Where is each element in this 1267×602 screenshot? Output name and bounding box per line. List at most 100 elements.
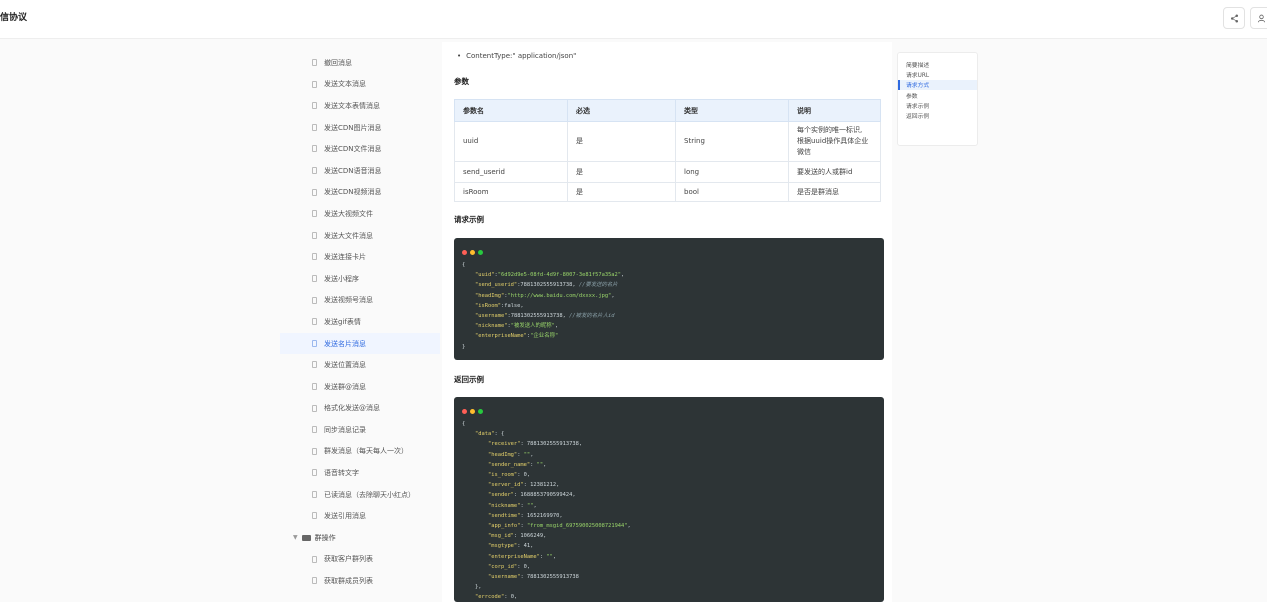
table-row: uuid 是 String 每个实例的唯一标识, 根据uuid操作具体企业微信 bbox=[454, 121, 881, 162]
document-icon bbox=[312, 80, 317, 88]
user-button[interactable] bbox=[1250, 7, 1267, 29]
sidebar-item[interactable]: 格式化发送@消息 bbox=[280, 398, 440, 420]
document-icon bbox=[312, 253, 317, 261]
document-icon bbox=[312, 102, 317, 110]
table-row: isRoom 是 bool 是否是群消息 bbox=[454, 182, 881, 202]
document-icon bbox=[312, 210, 317, 218]
doc-content: ContentType:" application/json" 参数 参数名 必… bbox=[442, 42, 892, 602]
sidebar-item[interactable]: 发送文本消息 bbox=[280, 74, 440, 96]
table-cell: long bbox=[675, 161, 789, 183]
params-heading: 参数 bbox=[454, 77, 469, 86]
table-of-contents: 简要描述 请求URL 请求方式 参数 请求示例 返回示例 bbox=[897, 52, 978, 146]
yellow-dot-icon bbox=[470, 250, 475, 255]
top-bar: 信协议 bbox=[0, 0, 1267, 39]
sidebar-item[interactable]: 发送引用消息 bbox=[280, 505, 440, 527]
toc-item[interactable]: 简要描述 bbox=[898, 59, 977, 69]
toc-item[interactable]: 参数 bbox=[898, 90, 977, 100]
sidebar-item[interactable]: 发送小程序 bbox=[280, 268, 440, 290]
document-icon bbox=[312, 382, 317, 390]
green-dot-icon bbox=[478, 409, 483, 414]
window-dots bbox=[462, 409, 483, 414]
table-cell: send_userid bbox=[454, 161, 568, 183]
document-icon bbox=[312, 577, 317, 585]
table-cell: bool bbox=[675, 182, 789, 202]
document-icon bbox=[312, 512, 317, 520]
document-icon bbox=[312, 318, 317, 326]
sidebar-item[interactable]: 发送视频号消息 bbox=[280, 290, 440, 312]
toc-item[interactable]: 请求示例 bbox=[898, 100, 977, 110]
document-icon bbox=[312, 188, 317, 196]
share-icon bbox=[1230, 14, 1238, 22]
sidebar-item[interactable]: 发送群@消息 bbox=[280, 376, 440, 398]
table-cell: isRoom bbox=[454, 182, 568, 202]
green-dot-icon bbox=[478, 250, 483, 255]
sidebar-group-toggle[interactable]: ▼ 群操作 bbox=[280, 527, 440, 549]
table-cell: uuid bbox=[454, 121, 568, 162]
document-icon bbox=[312, 123, 317, 131]
params-table: 参数名 必选 类型 说明 uuid 是 String 每个实例的唯一标识, 根据… bbox=[454, 99, 881, 202]
sidebar-item[interactable]: 发送CDN语音消息 bbox=[280, 160, 440, 182]
red-dot-icon bbox=[462, 250, 467, 255]
site-title: 信协议 bbox=[0, 13, 28, 23]
toc-item[interactable]: 请求URL bbox=[898, 69, 977, 79]
user-icon bbox=[1257, 14, 1265, 22]
request-code: { "uuid":"6d92d9e5-08fd-4d9f-8007-3e81f5… bbox=[462, 262, 625, 350]
document-icon bbox=[312, 231, 317, 239]
table-cell: 是 bbox=[567, 182, 676, 202]
toc-item[interactable]: 返回示例 bbox=[898, 110, 977, 120]
table-cell: 是否是群消息 bbox=[788, 182, 881, 202]
table-cell: 要发送的人或群id bbox=[788, 161, 881, 183]
request-code-block: { "uuid":"6d92d9e5-08fd-4d9f-8007-3e81f5… bbox=[454, 238, 884, 360]
sidebar-item[interactable]: 发送CDN视频消息 bbox=[280, 182, 440, 204]
request-example-heading: 请求示例 bbox=[454, 215, 484, 224]
document-icon bbox=[312, 404, 317, 412]
table-header: 类型 bbox=[675, 99, 789, 122]
document-icon bbox=[312, 145, 317, 153]
document-icon bbox=[312, 361, 317, 369]
document-icon bbox=[312, 555, 317, 563]
document-icon bbox=[312, 166, 317, 174]
red-dot-icon bbox=[462, 409, 467, 414]
sidebar-item[interactable]: 发送大文件消息 bbox=[280, 225, 440, 247]
table-header: 参数名 bbox=[454, 99, 568, 122]
response-code-block: { "data": { "receiver": 7881302555913738… bbox=[454, 397, 884, 602]
sidebar-item[interactable]: 语音转文字 bbox=[280, 462, 440, 484]
sidebar-item[interactable]: 发送位置消息 bbox=[280, 354, 440, 376]
toc-item-active[interactable]: 请求方式 bbox=[898, 79, 977, 90]
folder-icon bbox=[301, 534, 311, 541]
document-icon bbox=[312, 274, 317, 282]
document-icon bbox=[312, 469, 317, 477]
sidebar-item[interactable]: 撤回消息 bbox=[280, 52, 440, 74]
sidebar-item[interactable]: 发送CDN图片消息 bbox=[280, 117, 440, 139]
document-icon bbox=[312, 296, 317, 304]
sidebar-item[interactable]: 群发消息（每天每人一次） bbox=[280, 441, 440, 463]
sidebar-item[interactable]: 发送CDN文件消息 bbox=[280, 138, 440, 160]
sidebar-group-label: 群操作 bbox=[314, 533, 336, 542]
sidebar-item[interactable]: 同步消息记录 bbox=[280, 419, 440, 441]
document-icon bbox=[312, 447, 317, 455]
document-icon bbox=[312, 59, 317, 66]
sidebar-item[interactable]: 发送文本表情消息 bbox=[280, 95, 440, 117]
sidebar-item[interactable]: 发送连接卡片 bbox=[280, 246, 440, 268]
chevron-down-icon: ▼ bbox=[293, 534, 298, 542]
share-button[interactable] bbox=[1223, 7, 1245, 29]
sidebar-item[interactable]: 发送gif表情 bbox=[280, 311, 440, 333]
document-icon bbox=[312, 339, 317, 347]
table-cell: String bbox=[675, 121, 789, 162]
sidebar-item[interactable]: 获取客户群列表 bbox=[280, 549, 440, 571]
yellow-dot-icon bbox=[470, 409, 475, 414]
table-cell: 每个实例的唯一标识, 根据uuid操作具体企业微信 bbox=[788, 121, 881, 162]
sidebar-item[interactable]: 获取群成员列表 bbox=[280, 570, 440, 592]
table-header: 必选 bbox=[567, 99, 676, 122]
sidebar-item-active[interactable]: 发送名片消息 bbox=[280, 332, 440, 355]
table-row: send_userid 是 long 要发送的人或群id bbox=[454, 161, 881, 183]
document-icon bbox=[312, 490, 317, 498]
table-header: 说明 bbox=[788, 99, 881, 122]
sidebar-item[interactable]: 已读消息（去除聊天小红点） bbox=[280, 484, 440, 506]
table-cell: 是 bbox=[567, 161, 676, 183]
sidebar-nav: 撤回消息 发送文本消息 发送文本表情消息 发送CDN图片消息 发送CDN文件消息… bbox=[280, 52, 440, 592]
response-example-heading: 返回示例 bbox=[454, 375, 484, 384]
document-icon bbox=[312, 426, 317, 434]
window-dots bbox=[462, 250, 483, 255]
sidebar-item[interactable]: 发送大视频文件 bbox=[280, 203, 440, 225]
